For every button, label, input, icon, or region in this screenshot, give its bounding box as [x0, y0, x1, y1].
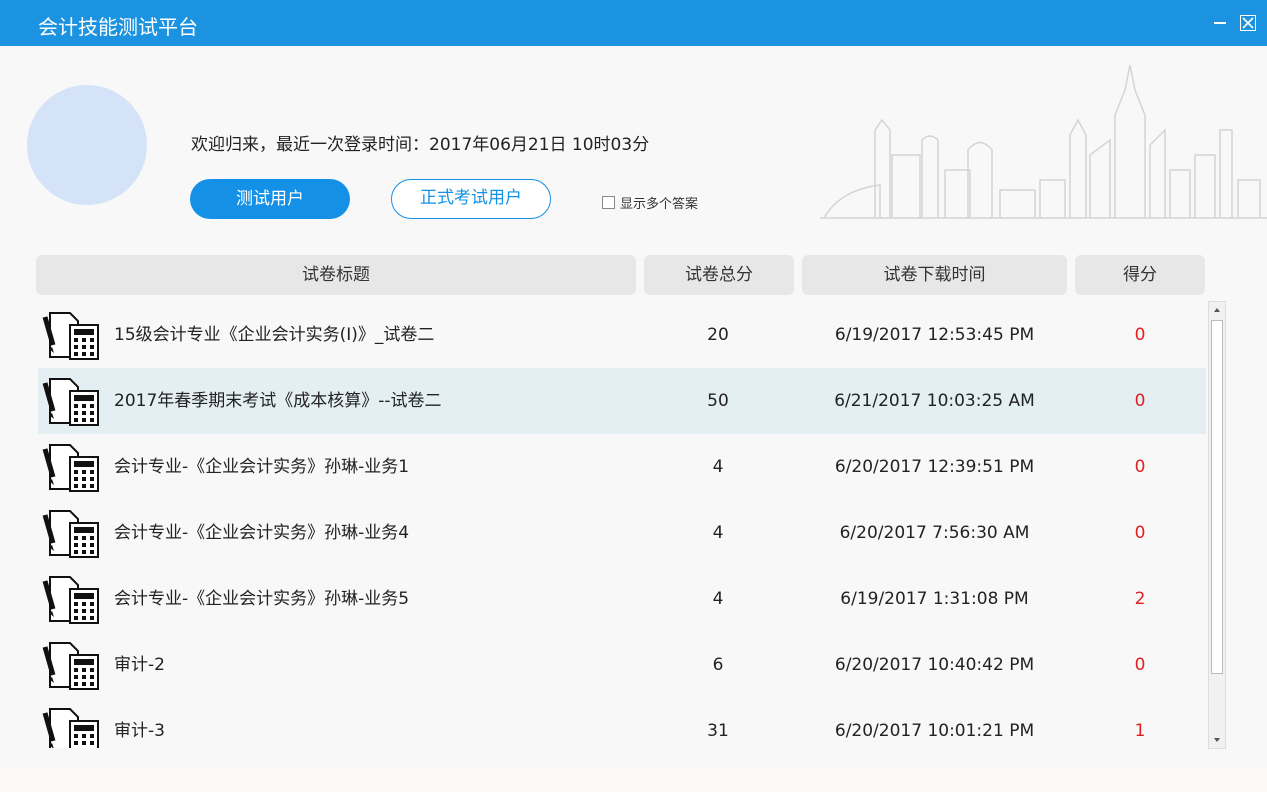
- exam-title: 审计-2: [114, 655, 165, 675]
- avatar: [27, 85, 147, 205]
- show-multi-answers-option[interactable]: 显示多个答案: [602, 193, 698, 212]
- exam-calculator-icon: [42, 639, 100, 691]
- exam-list: 15级会计专业《企业会计实务(I)》_试卷二 20 6/19/2017 12:5…: [38, 302, 1206, 748]
- exam-download-time: 6/21/2017 10:03:25 AM: [834, 391, 1035, 411]
- exam-download-time: 6/19/2017 12:53:45 PM: [834, 325, 1035, 345]
- exam-download-time: 6/20/2017 10:01:21 PM: [834, 721, 1035, 741]
- exam-score: 1: [1134, 721, 1146, 741]
- minimize-icon[interactable]: [1212, 12, 1228, 30]
- exam-total: 20: [707, 325, 729, 345]
- show-multi-answers-label: 显示多个答案: [620, 197, 699, 212]
- test-user-button[interactable]: 测试用户: [190, 179, 350, 219]
- exam-title: 会计专业-《企业会计实务》孙琳-业务1: [114, 457, 410, 477]
- scrollbar[interactable]: [1208, 301, 1226, 749]
- exam-title: 会计专业-《企业会计实务》孙琳-业务5: [114, 589, 410, 609]
- exam-total: 31: [707, 721, 729, 741]
- exam-calculator-icon: [42, 507, 100, 559]
- exam-total: 4: [712, 589, 724, 609]
- scroll-up-icon[interactable]: [1209, 302, 1225, 318]
- exam-score: 2: [1134, 589, 1146, 609]
- table-row[interactable]: 2017年春季期末考试《成本核算》--试卷二 50 6/21/2017 10:0…: [38, 368, 1206, 434]
- exam-download-time: 6/20/2017 10:40:42 PM: [834, 655, 1035, 675]
- table-row[interactable]: 会计专业-《企业会计实务》孙琳-业务1 4 6/20/2017 12:39:51…: [38, 434, 1206, 500]
- exam-download-time: 6/20/2017 7:56:30 AM: [839, 523, 1030, 543]
- column-header-total[interactable]: 试卷总分: [644, 255, 794, 295]
- bottom-strip: [0, 766, 1267, 792]
- exam-title: 审计-3: [114, 721, 165, 741]
- exam-score: 0: [1134, 391, 1146, 411]
- column-header-title[interactable]: 试卷标题: [36, 255, 636, 295]
- exam-calculator-icon: [42, 441, 100, 493]
- exam-calculator-icon: [42, 705, 100, 748]
- table-row[interactable]: 审计-2 6 6/20/2017 10:40:42 PM 0: [38, 632, 1206, 698]
- table-row[interactable]: 15级会计专业《企业会计实务(I)》_试卷二 20 6/19/2017 12:5…: [38, 302, 1206, 368]
- column-header-download-time[interactable]: 试卷下载时间: [802, 255, 1067, 295]
- scrollbar-thumb[interactable]: [1211, 320, 1223, 674]
- city-skyline-icon: [820, 64, 1267, 219]
- table-row[interactable]: 审计-3 31 6/20/2017 10:01:21 PM 1: [38, 698, 1206, 748]
- exam-score: 0: [1134, 457, 1146, 477]
- exam-score: 0: [1134, 325, 1146, 345]
- exam-calculator-icon: [42, 573, 100, 625]
- column-header-score[interactable]: 得分: [1075, 255, 1205, 295]
- table-row[interactable]: 会计专业-《企业会计实务》孙琳-业务5 4 6/19/2017 1:31:08 …: [38, 566, 1206, 632]
- exam-title: 会计专业-《企业会计实务》孙琳-业务4: [114, 523, 410, 543]
- exam-total: 4: [712, 523, 724, 543]
- exam-score: 0: [1134, 523, 1146, 543]
- exam-calculator-icon: [42, 309, 100, 361]
- title-bar: 会计技能测试平台: [0, 0, 1267, 46]
- show-multi-answers-checkbox[interactable]: [602, 196, 615, 209]
- app-title: 会计技能测试平台: [38, 15, 198, 39]
- formal-exam-user-button[interactable]: 正式考试用户: [391, 179, 551, 219]
- exam-calculator-icon: [42, 375, 100, 427]
- exam-download-time: 6/20/2017 12:39:51 PM: [834, 457, 1035, 477]
- scroll-down-icon[interactable]: [1209, 732, 1225, 748]
- close-icon[interactable]: [1240, 15, 1256, 31]
- exam-title: 2017年春季期末考试《成本核算》--试卷二: [114, 391, 442, 411]
- table-row[interactable]: 会计专业-《企业会计实务》孙琳-业务4 4 6/20/2017 7:56:30 …: [38, 500, 1206, 566]
- exam-title: 15级会计专业《企业会计实务(I)》_试卷二: [114, 325, 435, 345]
- exam-total: 50: [707, 391, 729, 411]
- exam-total: 4: [712, 457, 724, 477]
- exam-score: 0: [1134, 655, 1146, 675]
- exam-total: 6: [712, 655, 724, 675]
- exam-download-time: 6/19/2017 1:31:08 PM: [840, 589, 1029, 609]
- welcome-message: 欢迎归来，最近一次登录时间：2017年06月21日 10时03分: [191, 135, 650, 155]
